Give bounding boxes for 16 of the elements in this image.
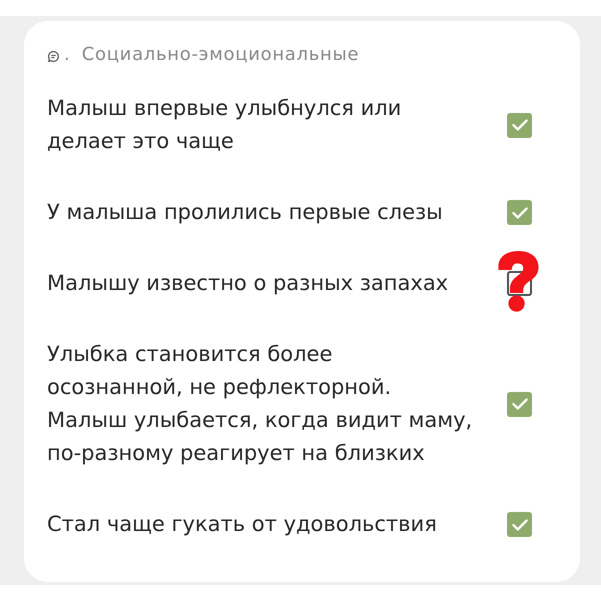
check-icon	[512, 518, 528, 530]
checkbox[interactable]	[507, 512, 532, 537]
checkbox[interactable]	[507, 392, 532, 416]
checkbox[interactable]	[507, 112, 532, 138]
check-icon	[512, 119, 528, 131]
milestone-text: Малыш впервые улыбнулся или делает это чаще	[47, 95, 402, 155]
milestone-text: У малыша пролились первые слезы	[47, 199, 444, 226]
section-title: Социально-эмоциональные	[82, 43, 360, 67]
milestone-text: Улыбка становится более осознанной, не рефлекторной. Малыш улыбается, когда видит маму, по-разному реагирует на близких	[47, 341, 473, 467]
header-dot: .	[64, 43, 70, 67]
milestone-text: Малышу известно о разных запахах	[47, 270, 450, 297]
milestone-text: Стал чаще гукать от удовольствия	[47, 511, 438, 538]
check-icon	[512, 398, 528, 410]
checkbox[interactable]	[507, 200, 532, 225]
check-icon	[512, 206, 528, 218]
chat-bubble-icon	[48, 50, 59, 62]
